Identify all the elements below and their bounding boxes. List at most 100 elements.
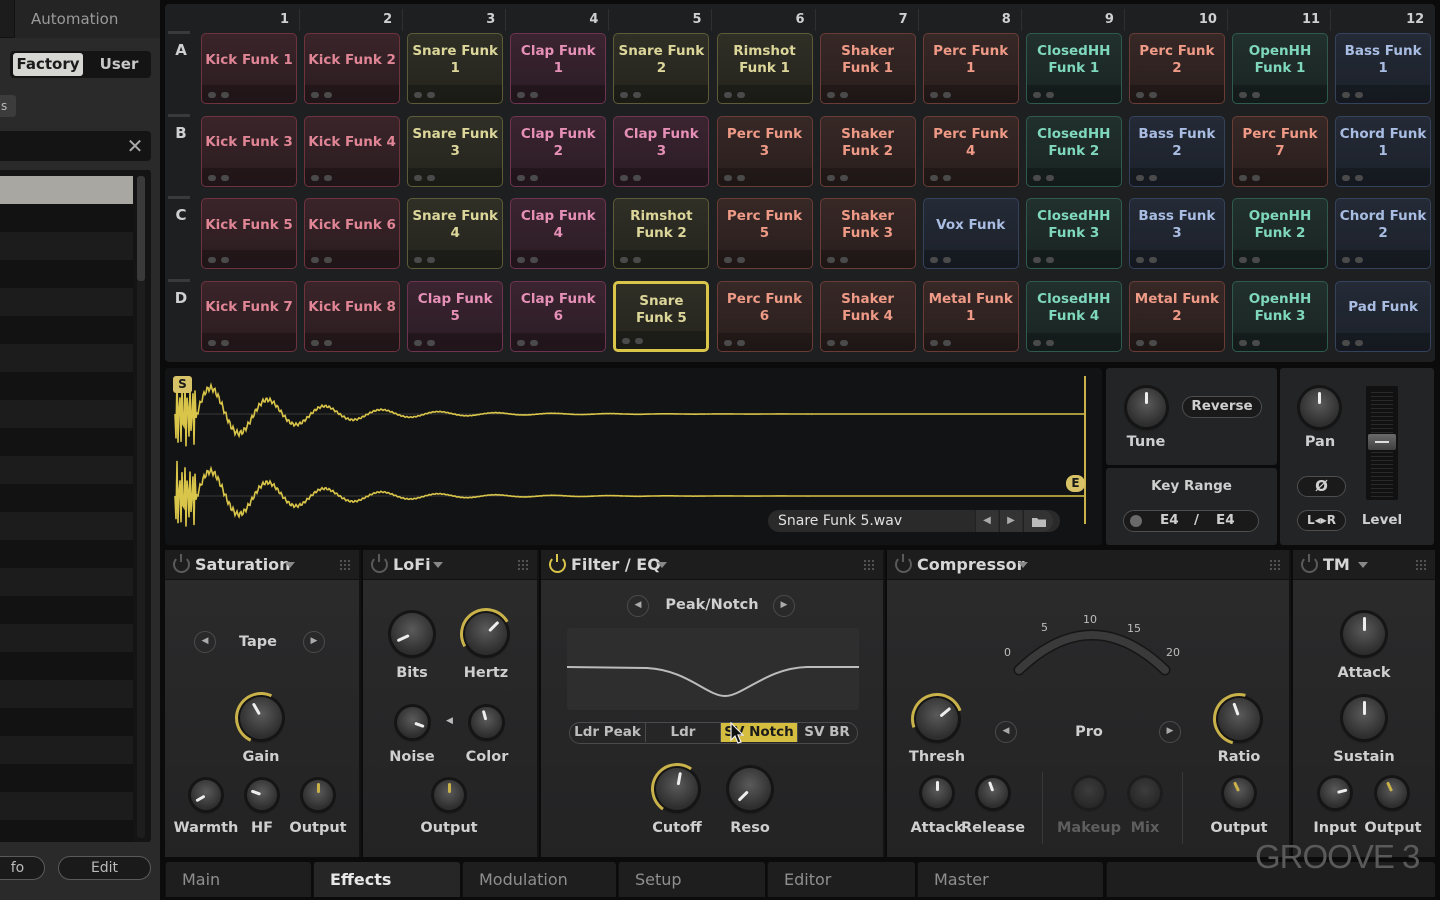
phase-invert-button[interactable]: Ø	[1297, 476, 1346, 497]
filter-chip[interactable]: s	[0, 95, 16, 117]
end-marker[interactable]: E	[1066, 475, 1085, 492]
prev-mode-button[interactable]: ◀	[627, 595, 649, 617]
power-icon[interactable]	[549, 554, 566, 573]
close-icon[interactable]: ✕	[125, 134, 145, 158]
pad[interactable]: Snare Funk 1	[407, 33, 504, 104]
output-knob[interactable]	[1224, 778, 1254, 808]
preset-list-row[interactable]	[0, 176, 133, 204]
pad[interactable]: Shaker Funk 4	[819, 280, 916, 352]
pad[interactable]: ClosedHH Funk 3	[1025, 198, 1122, 269]
pad[interactable]: Rimshot Funk 1	[716, 33, 813, 104]
pad[interactable]: Shaker Funk 2	[819, 115, 916, 187]
preset-list-row[interactable]	[0, 372, 133, 400]
link-arrow-icon[interactable]: ◀	[446, 716, 453, 726]
user-button[interactable]: User	[90, 53, 148, 76]
pad[interactable]: Kick Funk 1	[201, 33, 297, 104]
chevron-left-icon[interactable]: ◀	[975, 510, 998, 532]
attack-knob[interactable]	[1343, 613, 1385, 655]
start-marker[interactable]: S	[173, 376, 192, 393]
power-icon[interactable]	[1301, 554, 1318, 573]
preset-list-row[interactable]	[0, 736, 133, 764]
key-high[interactable]: E4	[1216, 511, 1235, 530]
reverse-button[interactable]: Reverse	[1182, 396, 1262, 418]
warmth-knob[interactable]	[191, 780, 221, 810]
pad[interactable]: Bass Funk 3	[1128, 198, 1225, 269]
scrollbar[interactable]	[137, 176, 145, 838]
sample-file-selector[interactable]: Snare Funk 5.wav ◀ ▶	[768, 510, 1060, 532]
pad[interactable]: Kick Funk 7	[201, 280, 297, 352]
pad[interactable]: Vox Funk	[922, 198, 1019, 269]
pad[interactable]: OpenHH Funk 3	[1232, 280, 1328, 352]
pad[interactable]: Perc Funk 7	[1232, 115, 1328, 187]
color-knob[interactable]	[471, 707, 502, 738]
power-icon[interactable]	[895, 554, 912, 573]
preset-list-row[interactable]	[0, 232, 133, 260]
preset-list-row[interactable]	[0, 344, 133, 372]
pad[interactable]: ClosedHH Funk 2	[1025, 115, 1122, 187]
tab-modulation[interactable]: Modulation	[462, 862, 616, 897]
next-mode-button[interactable]: ▶	[773, 595, 795, 617]
tab-automation[interactable]: Automation	[14, 0, 160, 38]
fx-title[interactable]: Compressor	[917, 550, 1025, 580]
preset-list-row[interactable]	[0, 428, 133, 456]
pad[interactable]: Snare Funk 4	[407, 198, 504, 269]
pan-knob[interactable]	[1300, 388, 1339, 427]
pad[interactable]: Shaker Funk 3	[819, 198, 916, 269]
chevron-down-icon[interactable]	[433, 562, 443, 568]
preset-list-row[interactable]	[0, 316, 133, 344]
prev-mode-button[interactable]: ◀	[194, 631, 216, 653]
power-icon[interactable]	[173, 554, 190, 573]
filter-type-option[interactable]: Ldr Peak	[570, 723, 645, 742]
lr-swap-button[interactable]: L◂▸R	[1297, 510, 1346, 531]
noise-knob[interactable]	[397, 707, 428, 738]
bits-knob[interactable]	[391, 613, 433, 655]
drag-handle-icon[interactable]	[339, 559, 351, 571]
pad[interactable]: Chord Funk 1	[1335, 115, 1432, 187]
drag-handle-icon[interactable]	[863, 559, 875, 571]
drag-handle-icon[interactable]	[1415, 559, 1427, 571]
sustain-knob[interactable]	[1343, 697, 1385, 739]
filter-type-option[interactable]: Ldr Notch	[645, 723, 720, 742]
preset-list-row[interactable]	[0, 820, 133, 842]
pad[interactable]: Clap Funk 3	[613, 115, 710, 187]
key-low[interactable]: E4	[1160, 511, 1179, 530]
fx-title[interactable]: Saturation	[195, 550, 291, 580]
pad[interactable]: Snare Funk 3	[407, 115, 504, 187]
fx-title[interactable]: TM	[1323, 550, 1350, 580]
info-button[interactable]: fo	[0, 856, 45, 880]
pad[interactable]: Kick Funk 3	[201, 115, 297, 187]
power-icon[interactable]	[371, 554, 388, 573]
drag-handle-icon[interactable]	[1269, 559, 1281, 571]
output-knob[interactable]	[1377, 778, 1407, 808]
pad[interactable]: Pad Funk	[1335, 280, 1432, 352]
pad[interactable]: Bass Funk 2	[1128, 115, 1225, 187]
tab-editor[interactable]: Editor	[767, 862, 915, 897]
output-knob[interactable]	[303, 780, 333, 810]
preset-list-row[interactable]	[0, 764, 133, 792]
input-knob[interactable]	[1320, 778, 1350, 808]
prev-mode-button[interactable]: ◀	[995, 721, 1017, 743]
pad[interactable]: Kick Funk 6	[304, 198, 401, 269]
pad[interactable]: Perc Funk 2	[1128, 33, 1225, 104]
preset-list-row[interactable]	[0, 652, 133, 680]
preset-list-row[interactable]	[0, 596, 133, 624]
pad[interactable]: Shaker Funk 1	[819, 33, 916, 104]
pad[interactable]: Chord Funk 2	[1335, 198, 1432, 269]
pad[interactable]: Metal Funk 1	[922, 280, 1019, 352]
preset-list-row[interactable]	[0, 540, 133, 568]
next-mode-button[interactable]: ▶	[1159, 721, 1181, 743]
attack-knob[interactable]	[922, 778, 952, 808]
chevron-down-icon[interactable]	[285, 562, 295, 568]
chevron-right-icon[interactable]: ▶	[999, 510, 1022, 532]
preset-list-row[interactable]	[0, 708, 133, 736]
factory-button[interactable]: Factory	[13, 53, 83, 76]
filter-type-option[interactable]: SV BR	[797, 723, 856, 742]
pad[interactable]: ClosedHH Funk 1	[1025, 33, 1122, 104]
output-knob[interactable]	[434, 780, 464, 810]
fader-handle[interactable]	[1368, 434, 1396, 450]
reso-knob[interactable]	[729, 768, 771, 810]
filter-curve-display[interactable]	[566, 628, 859, 710]
pad[interactable]: Perc Funk 6	[716, 280, 813, 352]
pad[interactable]: OpenHH Funk 2	[1232, 198, 1328, 269]
drag-handle-icon[interactable]	[517, 559, 529, 571]
